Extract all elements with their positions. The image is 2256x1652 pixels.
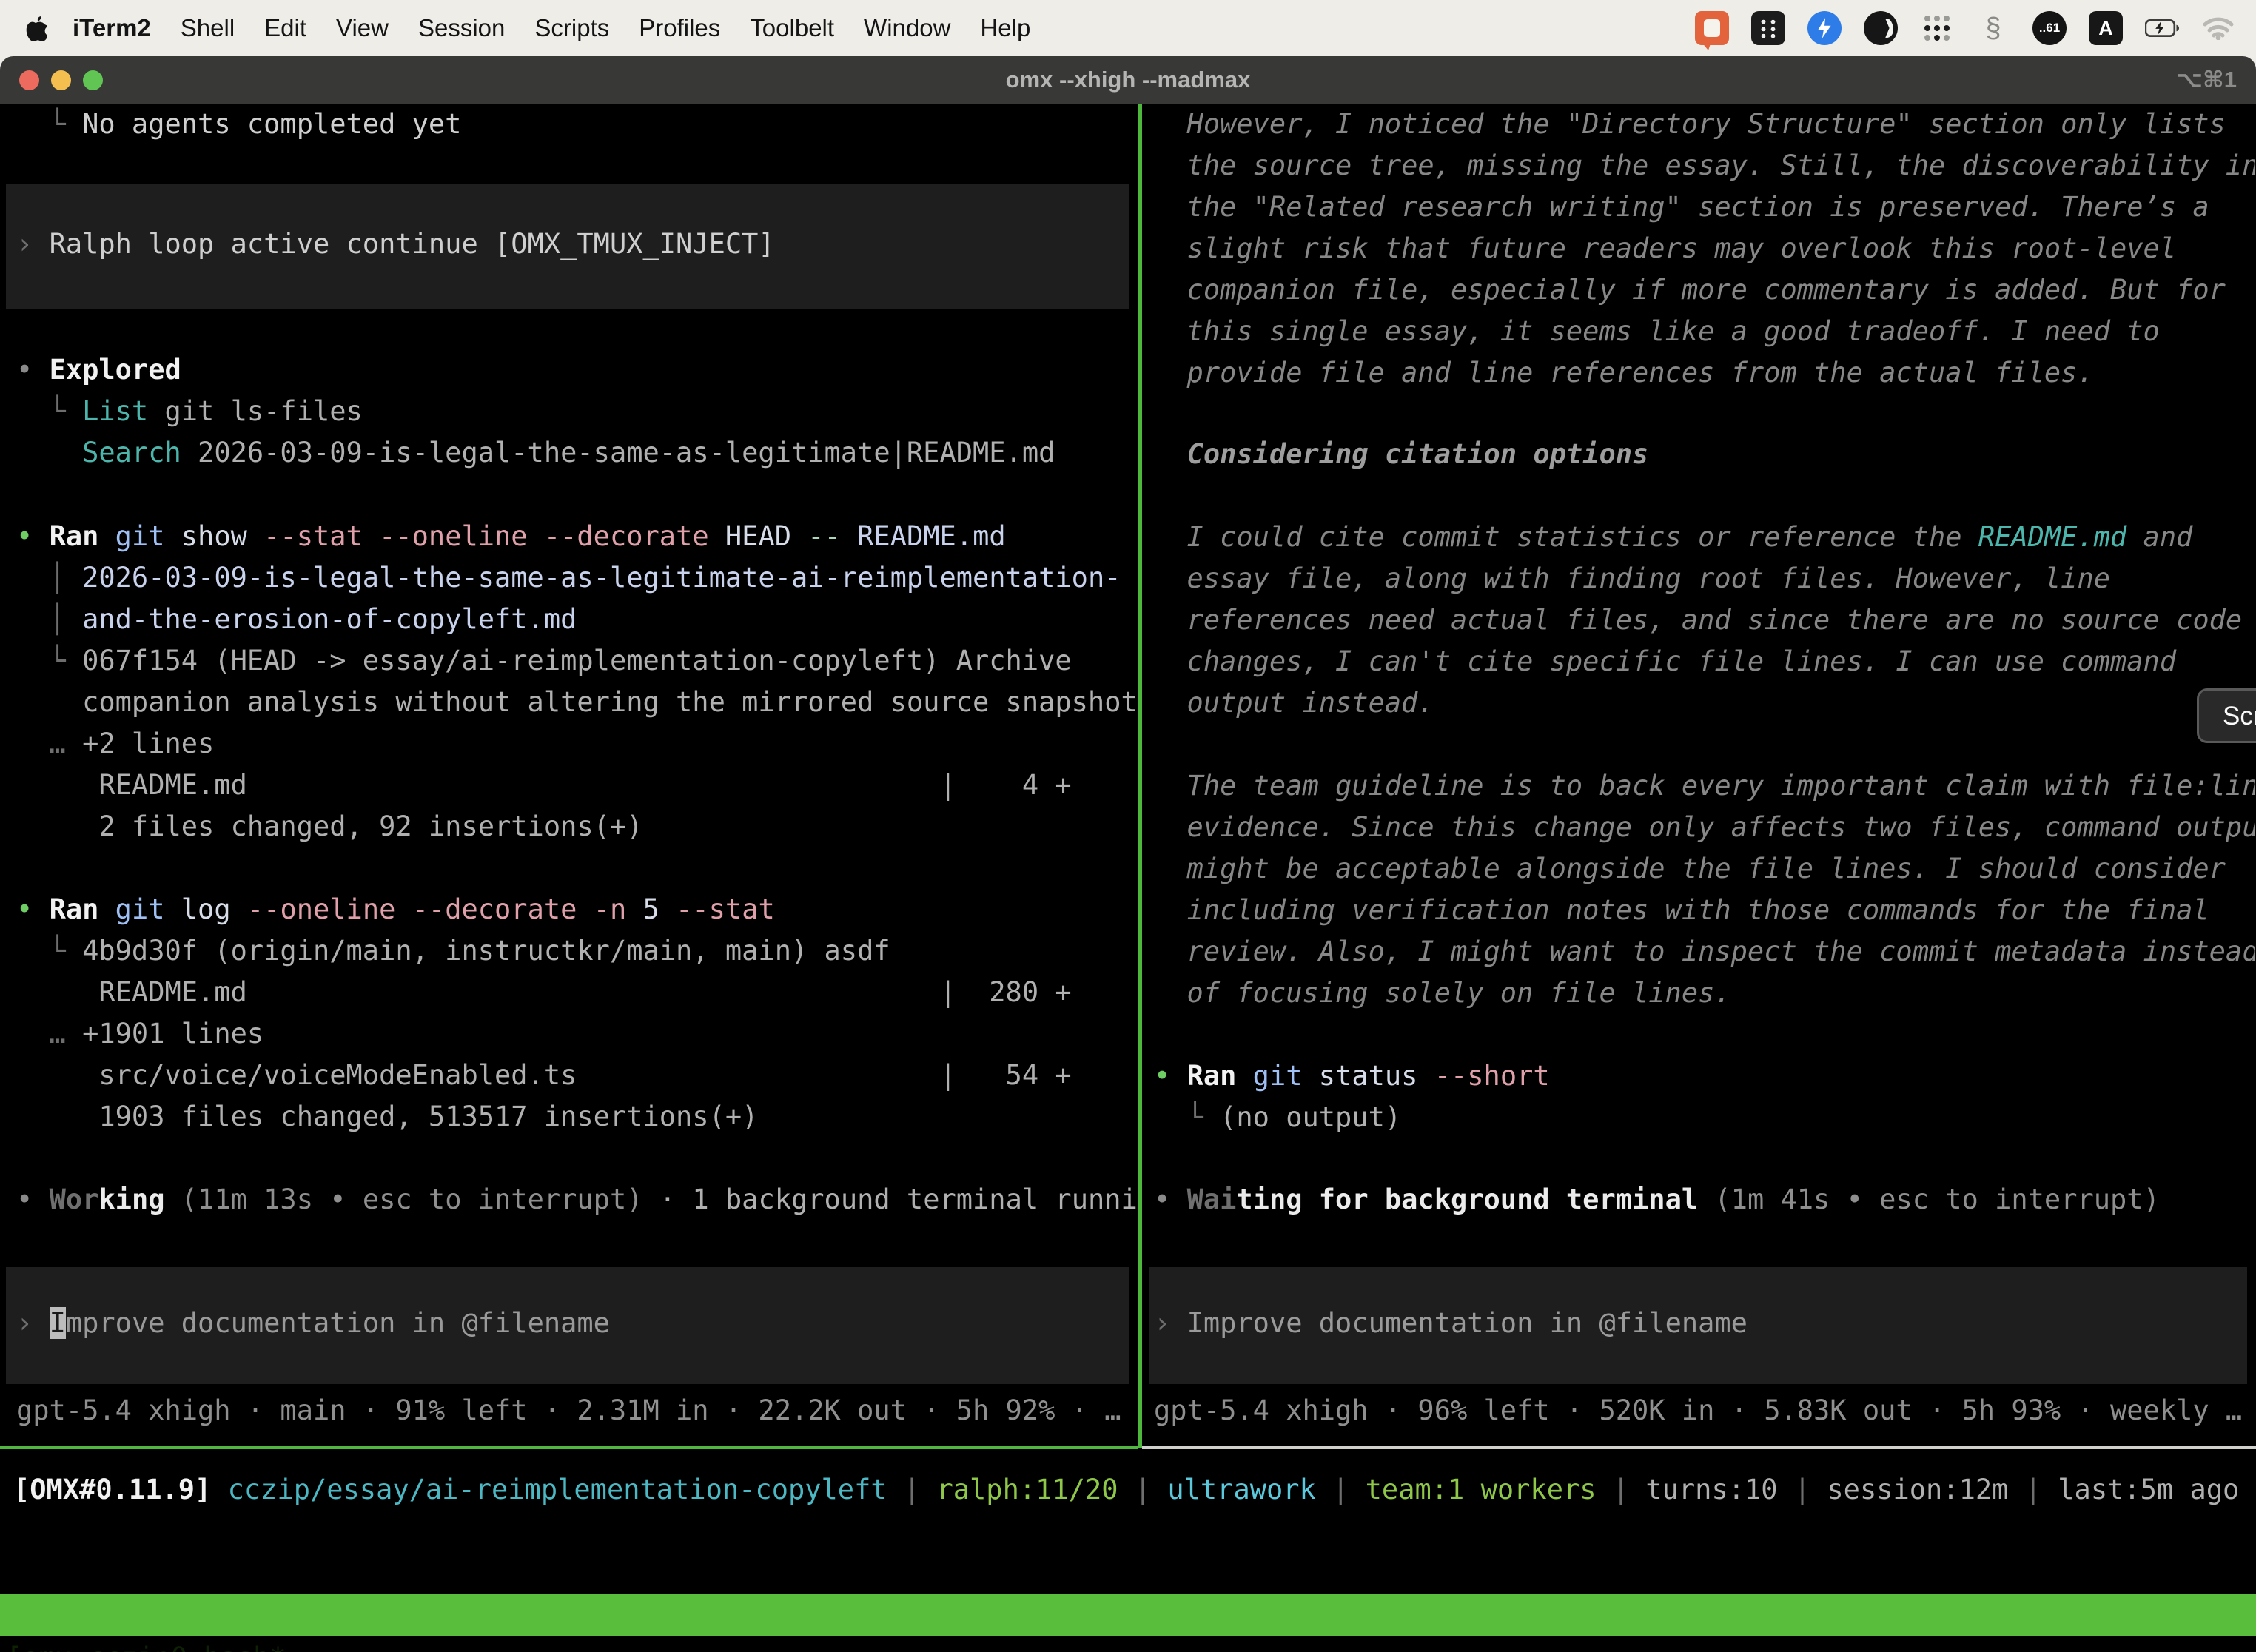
left-lines-row: └ 4b9d30f (origin/main, instructkr/main,… xyxy=(16,930,1138,972)
left-lines-row: • Working (11m 13s • esc to interrupt) ·… xyxy=(16,1179,1138,1220)
menu-toolbelt[interactable]: Toolbelt xyxy=(735,14,849,41)
screen-notification-overlay[interactable]: Scre xyxy=(2197,688,2256,743)
left-pane-bottom-border xyxy=(0,1446,1138,1449)
right-lines-row: this single essay, it seems like a good … xyxy=(1154,311,2255,352)
right-lines-row: essay file, along with finding root file… xyxy=(1154,558,2255,600)
right-lines-row: The team guideline is to back every impo… xyxy=(1154,765,2255,807)
right-lines-row: output instead. xyxy=(1154,682,2255,724)
wifi-icon[interactable] xyxy=(2201,11,2235,45)
menu-items: iTerm2ShellEditViewSessionScriptsProfile… xyxy=(58,14,1045,42)
app-grid-icon[interactable] xyxy=(1920,11,1954,45)
left-lines-row: 1903 files changed, 513517 insertions(+) xyxy=(16,1096,1138,1138)
menu-scripts[interactable]: Scripts xyxy=(520,14,624,41)
menu-window[interactable]: Window xyxy=(849,14,965,41)
shortcuts-hook-icon[interactable]: § xyxy=(1976,11,2010,45)
menu-iterm2[interactable]: iTerm2 xyxy=(58,14,166,41)
right-lines-row: └ (no output) xyxy=(1154,1097,2255,1138)
left-lines-row: └ 067f154 (HEAD -> essay/ai-reimplementa… xyxy=(16,640,1138,682)
window-title: omx --xhigh --madmax xyxy=(0,67,2256,93)
screen-share-icon[interactable] xyxy=(1695,11,1729,45)
right-lines-row: review. Also, I might want to inspect th… xyxy=(1154,931,2255,973)
right-lines-row: companion file, especially if more comme… xyxy=(1154,269,2255,311)
input-source-badge[interactable]: A xyxy=(2089,11,2123,45)
left-lines-row: gpt-5.4 xhigh · main · 91% left · 2.31M … xyxy=(16,1390,1138,1431)
right-lines-row: I could cite commit statistics or refere… xyxy=(1154,517,2255,558)
left-lines-row: … +1901 lines xyxy=(16,1013,1138,1055)
right-lines-row: including verification notes with those … xyxy=(1154,890,2255,931)
right-lines-row: changes, I can't cite specific file line… xyxy=(1154,641,2255,682)
omx-line-row: [OMX#0.11.9] cczip/essay/ai-reimplementa… xyxy=(13,1469,2243,1511)
menu-shell[interactable]: Shell xyxy=(166,14,249,41)
right-lines-row: might be acceptable alongside the file l… xyxy=(1154,848,2255,890)
battery-percent-badge[interactable]: ..61 xyxy=(2032,11,2067,45)
left-lines-row: companion analysis without altering the … xyxy=(16,682,1138,723)
right-lines-row: the source tree, missing the essay. Stil… xyxy=(1154,145,2255,187)
left-lines-row: │ and-the-erosion-of-copyleft.md xyxy=(16,599,1138,640)
left-lines-row: … +2 lines xyxy=(16,723,1138,765)
right-lines-row: evidence. Since this change only affects… xyxy=(1154,807,2255,848)
right-lines-row: slight risk that future readers may over… xyxy=(1154,228,2255,269)
right-lines-row: gpt-5.4 xhigh · 96% left · 520K in · 5.8… xyxy=(1154,1390,2255,1431)
left-lines-row: › Improve documentation in @filename xyxy=(16,1303,1138,1344)
menu-help[interactable]: Help xyxy=(965,14,1045,41)
right-pane-bottom-border xyxy=(1142,1446,2256,1449)
tmux-window-tab[interactable]: [omx-cczip0:bash* xyxy=(6,1636,286,1652)
right-lines-row: references need actual files, and since … xyxy=(1154,600,2255,641)
tmux-status-bar: [omx-cczip0:bash* "MacBook-Pro-44.local"… xyxy=(0,1594,2256,1636)
right-lines-row: Considering citation options xyxy=(1154,434,2255,475)
left-lines-row: › Ralph loop active continue [OMX_TMUX_I… xyxy=(16,224,1138,265)
menu-session[interactable]: Session xyxy=(403,14,520,41)
menu-bar-left: iTerm2ShellEditViewSessionScriptsProfile… xyxy=(0,14,1045,42)
menu-bar: iTerm2ShellEditViewSessionScriptsProfile… xyxy=(0,0,2256,57)
focus-pie-icon[interactable] xyxy=(1864,11,1898,45)
menu-profiles[interactable]: Profiles xyxy=(624,14,735,41)
right-lines-row: the "Related research writing" section i… xyxy=(1154,187,2255,228)
screen: iTerm2ShellEditViewSessionScriptsProfile… xyxy=(0,0,2256,1652)
right-lines-row: However, I noticed the "Directory Struct… xyxy=(1154,104,2255,145)
privacy-grid-icon[interactable] xyxy=(1751,11,1785,45)
right-lines-row: • Waiting for background terminal (1m 41… xyxy=(1154,1179,2255,1220)
right-lines-row: › Improve documentation in @filename xyxy=(1154,1303,2255,1344)
apple-icon[interactable] xyxy=(25,15,47,41)
menu-view[interactable]: View xyxy=(321,14,403,41)
right-lines-row: of focusing solely on file lines. xyxy=(1154,973,2255,1014)
window-shortcut-badge: ⌥⌘1 xyxy=(2176,67,2237,93)
left-lines-row: • Explored xyxy=(16,349,1138,391)
left-lines-row: src/voice/voiceModeEnabled.ts | 54 + xyxy=(16,1055,1138,1096)
messenger-icon[interactable] xyxy=(1807,11,1842,45)
left-lines-row: • Ran git show --stat --oneline --decora… xyxy=(16,516,1138,557)
menu-bar-status: § ..61 A xyxy=(1695,11,2256,45)
left-lines-row: └ List git ls-files xyxy=(16,391,1138,432)
pane-divider-vertical[interactable] xyxy=(1138,104,1142,1448)
left-lines-row: Search 2026-03-09-is-legal-the-same-as-l… xyxy=(16,432,1138,474)
right-lines-row: • Ran git status --short xyxy=(1154,1055,2255,1097)
left-lines-row: 2 files changed, 92 insertions(+) xyxy=(16,806,1138,847)
battery-icon[interactable] xyxy=(2145,11,2179,45)
title-bar: omx --xhigh --madmax ⌥⌘1 xyxy=(0,56,2256,104)
left-lines-row: README.md | 4 + xyxy=(16,765,1138,806)
menu-edit[interactable]: Edit xyxy=(249,14,321,41)
right-lines-row: provide file and line references from th… xyxy=(1154,352,2255,394)
left-lines-row: │ 2026-03-09-is-legal-the-same-as-legiti… xyxy=(16,557,1138,599)
left-lines-row: README.md | 280 + xyxy=(16,972,1138,1013)
left-lines-row: • Ran git log --oneline --decorate -n 5 … xyxy=(16,889,1138,930)
left-lines-row: └ No agents completed yet xyxy=(16,104,1138,145)
